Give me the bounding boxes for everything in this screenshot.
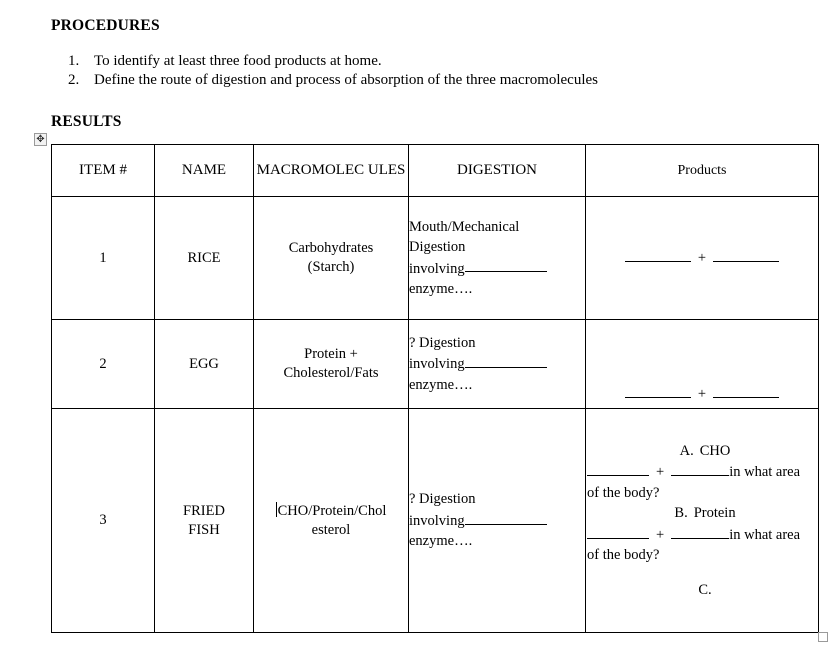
digestion-line-involving: involving (409, 258, 585, 279)
cell-digestion-3[interactable]: ? Digestion involving enzyme…. (408, 408, 586, 633)
results-table: ITEM # NAME MACROMOLEC ULES DIGESTION Pr… (51, 144, 819, 633)
macromolecule-line: (Starch) (307, 259, 355, 275)
results-table-wrapper: ITEM # NAME MACROMOLEC ULES DIGESTION Pr… (51, 144, 819, 633)
digestion-line-involving: involving (409, 510, 585, 531)
digestion-line: ? Digestion (409, 334, 476, 351)
cell-name-1[interactable]: RICE (154, 196, 254, 320)
name-line: FRIED (183, 502, 225, 519)
macromolecule-line: Cholesterol/Fats (283, 365, 379, 381)
product-b-blank-2[interactable] (671, 524, 730, 539)
document-page: PROCEDURES 1. To identify at least three… (0, 0, 835, 657)
procedures-heading: PROCEDURES (51, 17, 160, 34)
digestion-involving-label: involving (409, 356, 465, 373)
column-header-macromolecules: MACROMOLEC ULES (253, 144, 409, 197)
table-row: 1 RICE Carbohydrates (Starch) Mouth/Mech… (51, 196, 819, 320)
macromolecule-line: Protein + (304, 346, 358, 362)
product-item-b-equation: + in what area (586, 524, 818, 545)
product-b-suffix: in what area (729, 526, 801, 543)
table-row: 2 EGG Protein + Cholesterol/Fats ? Diges… (51, 319, 819, 409)
column-header-products: Products (585, 144, 819, 197)
enzyme-blank[interactable] (464, 258, 547, 273)
list-item: 1. To identify at least three food produ… (68, 52, 768, 71)
macromolecule-text: CHO/Protein/Chol (277, 502, 387, 519)
product-a-suffix: in what area (729, 464, 801, 481)
table-move-handle-icon[interactable]: ✥ (34, 133, 47, 146)
digestion-line: Digestion (409, 239, 466, 256)
digestion-line: ? Digestion (409, 491, 476, 508)
list-item-text: Define the route of digestion and proces… (94, 72, 599, 88)
enzyme-blank[interactable] (464, 353, 547, 369)
digestion-involving-label: involving (409, 512, 465, 529)
product-b-blank-1[interactable] (587, 524, 649, 539)
cell-digestion-2[interactable]: ? Digestion involving enzyme…. (408, 319, 586, 409)
macromolecule-line: CHO/Protein/Chol (254, 501, 408, 521)
product-blank-1[interactable] (624, 248, 691, 263)
product-a-blank-1[interactable] (587, 461, 649, 477)
product-item-a-text: CHO (699, 442, 731, 459)
products-equation: + (624, 383, 780, 404)
product-item-c-letter: C. (698, 581, 712, 598)
product-a-question: of the body? (587, 484, 660, 501)
column-header-item: ITEM # (51, 144, 155, 197)
product-b-question: of the body? (587, 547, 660, 564)
products-equation: + (624, 248, 780, 269)
table-header-row: ITEM # NAME MACROMOLEC ULES DIGESTION Pr… (51, 144, 819, 197)
cell-name-2[interactable]: EGG (154, 319, 254, 409)
digestion-line: enzyme…. (409, 376, 473, 393)
name-line: FISH (188, 521, 220, 538)
cell-digestion-1[interactable]: Mouth/Mechanical Digestion involving enz… (408, 196, 586, 320)
product-item-a-label: A. CHO (586, 441, 818, 462)
list-item: 2. Define the route of digestion and pro… (68, 71, 768, 90)
digestion-line-involving: involving (409, 353, 585, 374)
product-blank-2[interactable] (713, 383, 780, 398)
cell-item-1[interactable]: 1 (51, 196, 155, 320)
product-blank-2[interactable] (713, 248, 780, 263)
list-item-number: 1. (68, 53, 80, 69)
cell-macromolecules-3[interactable]: CHO/Protein/Chol esterol (253, 408, 409, 633)
procedures-list: 1. To identify at least three food produ… (68, 52, 768, 90)
column-header-digestion: DIGESTION (408, 144, 586, 197)
cell-macromolecules-1[interactable]: Carbohydrates (Starch) (253, 196, 409, 320)
table-resize-handle-icon[interactable] (818, 632, 828, 642)
product-item-b-text: Protein (693, 505, 736, 522)
digestion-line: Mouth/Mechanical (409, 218, 520, 235)
column-header-name: NAME (154, 144, 254, 197)
plus-sign: + (697, 386, 707, 402)
list-item-number: 2. (68, 72, 80, 88)
plus-sign: + (697, 250, 707, 267)
product-item-b-letter: B. (674, 505, 688, 522)
product-item-a-letter: A. (679, 442, 694, 459)
cell-products-3[interactable]: A. CHO + in what area of the body? B. Prote… (585, 408, 819, 633)
enzyme-blank[interactable] (464, 510, 547, 525)
cell-item-3[interactable]: 3 (51, 408, 155, 633)
list-item-text: To identify at least three food products… (94, 53, 382, 69)
plus-sign: + (656, 464, 665, 481)
table-row: 3 FRIED FISH CHO/Protein/Chol esterol ? … (51, 408, 819, 633)
text-cursor-icon (275, 501, 277, 517)
macromolecule-line: Carbohydrates (288, 240, 374, 256)
product-item-a-equation: + in what area (586, 461, 818, 482)
product-item-b-label: B. Protein (586, 503, 818, 524)
digestion-line: enzyme…. (409, 280, 473, 297)
results-heading: RESULTS (51, 113, 122, 130)
cell-products-2[interactable]: + (585, 319, 819, 409)
macromolecule-line: esterol (311, 521, 351, 538)
product-blank-1[interactable] (624, 383, 691, 398)
cell-item-2[interactable]: 2 (51, 319, 155, 409)
cell-name-3[interactable]: FRIED FISH (154, 408, 254, 633)
cell-products-1[interactable]: + (585, 196, 819, 320)
product-a-blank-2[interactable] (671, 461, 730, 477)
digestion-line: enzyme…. (409, 533, 473, 550)
cell-macromolecules-2[interactable]: Protein + Cholesterol/Fats (253, 319, 409, 409)
digestion-involving-label: involving (409, 260, 465, 277)
plus-sign: + (656, 526, 665, 543)
